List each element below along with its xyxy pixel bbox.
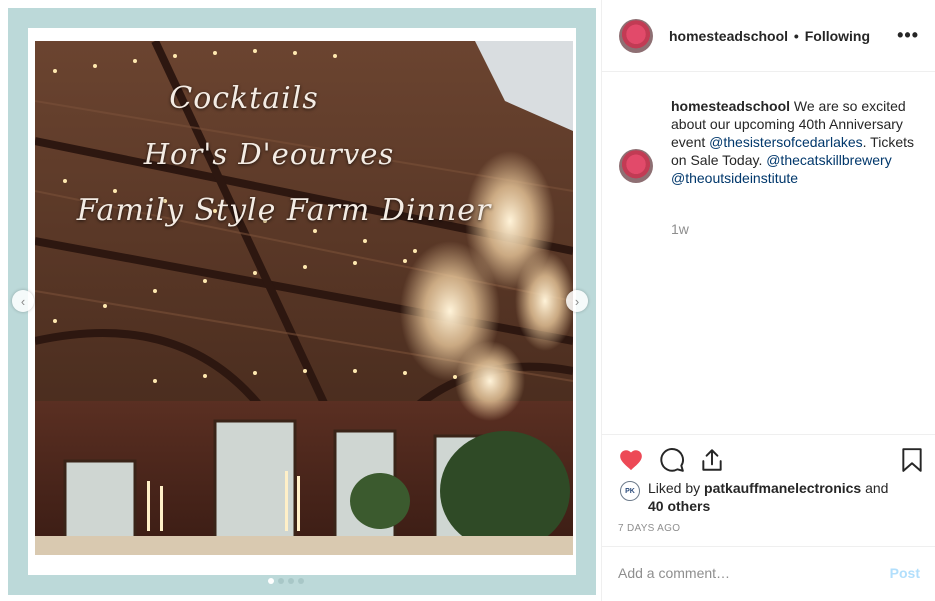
mention-link[interactable]: @thecatskillbrewery bbox=[766, 152, 891, 168]
liker-avatar[interactable]: PK bbox=[620, 481, 640, 501]
overlay-line-3: Family Style Farm Dinner bbox=[76, 193, 492, 228]
liked-prefix: Liked by bbox=[648, 480, 705, 496]
share-icon[interactable] bbox=[699, 447, 725, 473]
header-separator: • bbox=[793, 27, 799, 44]
post-button[interactable]: Post bbox=[890, 565, 920, 581]
caption-timestamp[interactable]: 1w bbox=[671, 221, 689, 237]
following-button[interactable]: Following bbox=[805, 28, 870, 44]
heart-icon[interactable] bbox=[618, 447, 644, 473]
post-date[interactable]: 7 DAYS AGO bbox=[618, 523, 680, 534]
barn-interior-illustration bbox=[35, 41, 573, 555]
avatar[interactable] bbox=[619, 18, 653, 53]
carousel-dot bbox=[298, 578, 304, 584]
comment-input[interactable] bbox=[618, 565, 868, 581]
post-media[interactable]: Cocktails Hor's D'eourves Family Style F… bbox=[0, 0, 601, 601]
carousel-dot bbox=[268, 578, 274, 584]
caption-username[interactable]: homesteadschool bbox=[671, 98, 790, 114]
chevron-left-icon: ‹ bbox=[20, 293, 26, 309]
post-actions: PK Liked by patkauffmanelectronics and 40… bbox=[602, 434, 935, 546]
carousel-dot bbox=[288, 578, 294, 584]
header-text: homesteadschool • Following bbox=[669, 28, 870, 44]
more-options-icon[interactable]: ••• bbox=[897, 26, 919, 44]
carousel-dot bbox=[278, 578, 284, 584]
action-icons bbox=[618, 447, 923, 473]
comment-box: Post bbox=[602, 546, 935, 601]
post-caption: homesteadschool We are so excited about … bbox=[671, 97, 921, 187]
liked-and: and bbox=[861, 480, 889, 496]
caption-section: homesteadschool We are so excited about … bbox=[602, 72, 935, 434]
bookmark-icon[interactable] bbox=[899, 447, 925, 473]
comment-icon[interactable] bbox=[659, 447, 685, 473]
caption-avatar[interactable] bbox=[619, 149, 653, 183]
mention-link[interactable]: @thesistersofcedarlakes bbox=[709, 134, 863, 150]
carousel-indicator bbox=[268, 578, 304, 584]
liked-user-link[interactable]: patkauffmanelectronics bbox=[704, 480, 861, 496]
chevron-right-icon: › bbox=[574, 293, 580, 309]
next-image-button[interactable]: › bbox=[566, 290, 588, 312]
liked-others-link[interactable]: 40 others bbox=[648, 498, 710, 514]
mention-link[interactable]: @theoutsideinstitute bbox=[671, 170, 798, 186]
previous-image-button[interactable]: ‹ bbox=[12, 290, 34, 312]
likes-text: Liked by patkauffmanelectronics and 40 ot… bbox=[648, 479, 918, 515]
post-sidebar: homesteadschool • Following ••• homestea… bbox=[601, 0, 935, 601]
header-username[interactable]: homesteadschool bbox=[669, 28, 788, 44]
overlay-line-1: Cocktails bbox=[169, 81, 319, 116]
post-header: homesteadschool • Following ••• bbox=[602, 0, 935, 72]
overlay-line-2: Hor's D'eourves bbox=[143, 137, 395, 171]
post-photo: Cocktails Hor's D'eourves Family Style F… bbox=[35, 41, 573, 555]
